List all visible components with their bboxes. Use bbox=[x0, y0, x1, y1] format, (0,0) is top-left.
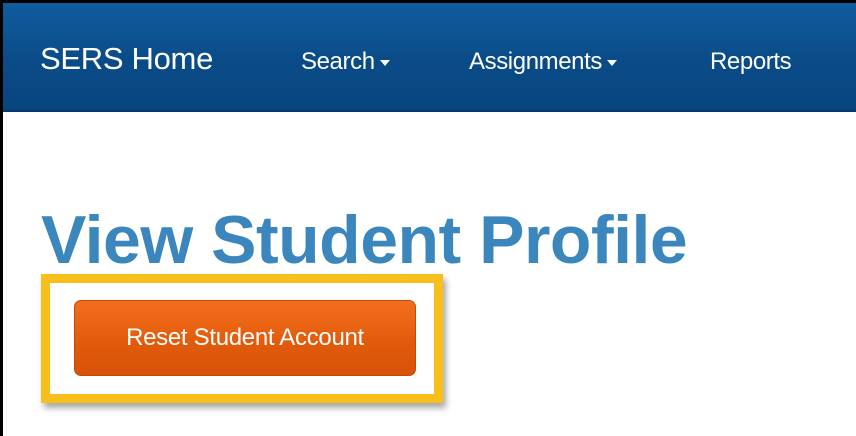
reset-student-account-button[interactable]: Reset Student Account bbox=[74, 300, 416, 376]
brand-home-link[interactable]: SERS Home bbox=[40, 41, 213, 77]
nav-reports-link[interactable]: Reports bbox=[710, 48, 792, 76]
chevron-down-icon bbox=[607, 60, 617, 66]
nav-assignments-dropdown[interactable]: Assignments bbox=[469, 48, 617, 76]
nav-search-dropdown[interactable]: Search bbox=[301, 48, 390, 76]
page-title: View Student Profile bbox=[41, 202, 688, 278]
chevron-down-icon bbox=[379, 60, 390, 66]
nav-search-label: Search bbox=[301, 48, 375, 75]
top-navbar: SERS Home Search Assignments Reports bbox=[3, 3, 856, 112]
nav-reports-label: Reports bbox=[710, 48, 792, 75]
nav-assignments-label: Assignments bbox=[469, 48, 602, 75]
app-window: SERS Home Search Assignments Reports Vie… bbox=[0, 0, 856, 436]
